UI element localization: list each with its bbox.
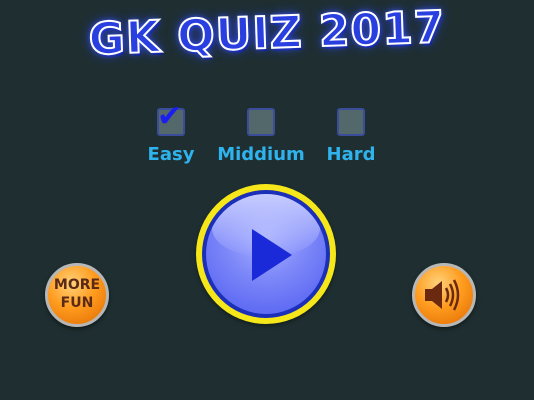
game-title: GK QUIZ 2017 (87, 1, 447, 66)
play-icon (252, 229, 292, 281)
hard-checkbox[interactable] (337, 108, 365, 136)
play-button[interactable] (196, 184, 336, 324)
middium-checkbox[interactable] (247, 108, 275, 136)
easy-checkbox[interactable]: ✔ (157, 102, 185, 136)
more-fun-label-line2: FUN (60, 295, 94, 311)
more-fun-label-line1: MORE (53, 277, 101, 293)
more-fun-button[interactable]: MORE FUN (45, 263, 109, 327)
hard-label: Hard (326, 144, 376, 165)
checkmark-icon: ✔ (157, 99, 183, 134)
speaker-icon (425, 279, 460, 311)
difficulty-hard[interactable]: Hard (296, 108, 406, 165)
sound-toggle-button[interactable] (412, 263, 476, 327)
